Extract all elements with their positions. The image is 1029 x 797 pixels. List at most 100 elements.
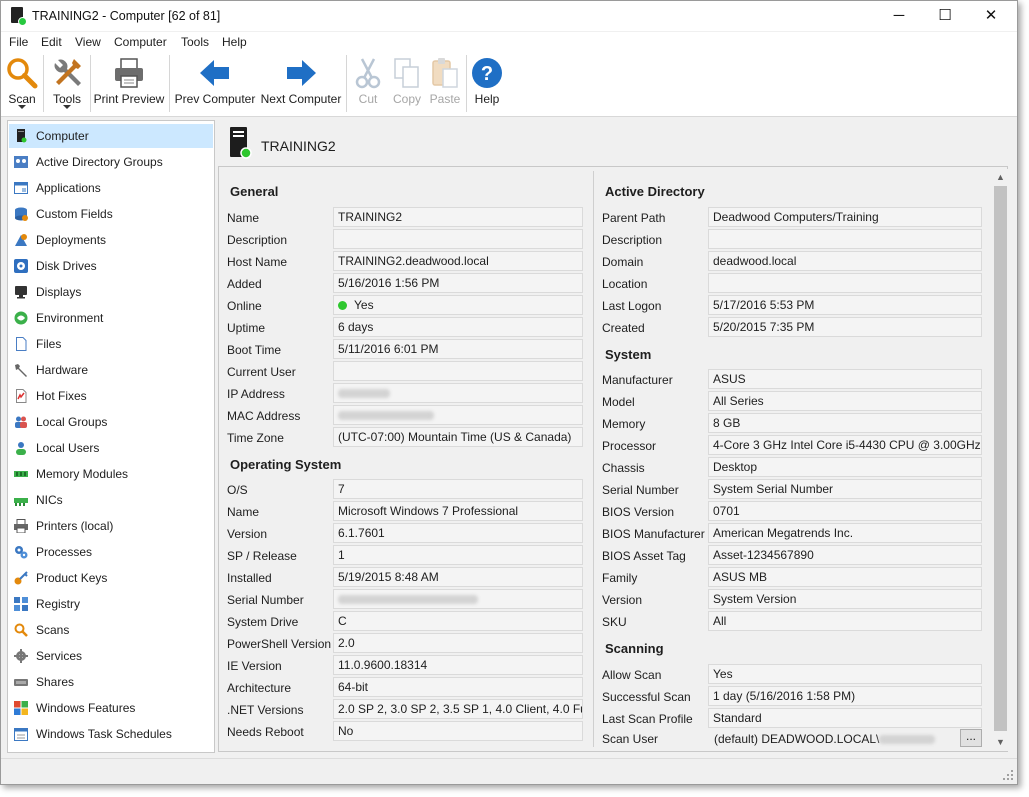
system-drive-field[interactable]: C [333, 611, 583, 631]
sp-release-field[interactable]: 1 [333, 545, 583, 565]
menu-edit[interactable]: Edit [41, 35, 62, 49]
nav-item-windows-task-schedules[interactable]: Windows Task Schedules [9, 722, 213, 746]
added-field[interactable]: 5/16/2016 1:56 PM [333, 273, 583, 293]
nav-item-hot-fixes[interactable]: Hot Fixes [9, 384, 213, 408]
scan-button[interactable]: Scan [3, 52, 41, 115]
nav-item-local-groups[interactable]: Local Groups [9, 410, 213, 434]
nav-item-hardware[interactable]: Hardware [9, 358, 213, 382]
ad-description-field[interactable] [708, 229, 982, 249]
nav-item-memory-modules[interactable]: Memory Modules [9, 462, 213, 486]
model-field[interactable]: All Series [708, 391, 982, 411]
domain-field[interactable]: deadwood.local [708, 251, 982, 271]
needs-reboot-field[interactable]: No [333, 721, 583, 741]
scroll-up-arrow-icon[interactable]: ▲ [992, 169, 1009, 186]
ie-version-field[interactable]: 11.0.9600.18314 [333, 655, 583, 675]
help-icon: ? [472, 58, 502, 88]
chassis-field[interactable]: Desktop [708, 457, 982, 477]
current-user-field[interactable] [333, 361, 583, 381]
help-button[interactable]: ? Help [470, 52, 504, 115]
allow-scan-field[interactable]: Yes [708, 664, 982, 684]
manufacturer-field[interactable]: ASUS [708, 369, 982, 389]
prev-computer-button[interactable]: Prev Computer [173, 52, 257, 115]
print-preview-button[interactable]: Print Preview [92, 52, 166, 115]
scroll-down-arrow-icon[interactable]: ▼ [992, 734, 1009, 751]
minimize-button[interactable]: ─ [876, 1, 922, 31]
nav-item-printers-local[interactable]: Printers (local) [9, 514, 213, 538]
general-description-field[interactable] [333, 229, 583, 249]
nav-item-nics[interactable]: NICs [9, 488, 213, 512]
bios-version-field[interactable]: 0701 [708, 501, 982, 521]
menu-file[interactable]: File [9, 35, 28, 49]
tools-dropdown-icon[interactable] [63, 105, 71, 109]
ip-address-field[interactable] [333, 383, 583, 403]
menu-view[interactable]: View [75, 35, 101, 49]
prev-computer-label: Prev Computer [174, 92, 256, 106]
system-version-field[interactable]: System Version [708, 589, 982, 609]
redacted-value [338, 595, 478, 605]
mac-address-field[interactable] [333, 405, 583, 425]
menu-tools[interactable]: Tools [181, 35, 209, 49]
os-field[interactable]: 7 [333, 479, 583, 499]
nav-item-displays[interactable]: Displays [9, 280, 213, 304]
uptime-field[interactable]: 6 days [333, 317, 583, 337]
general-name-field[interactable]: TRAINING2 [333, 207, 583, 227]
close-button[interactable]: ✕ [968, 1, 1014, 31]
nav-item-environment[interactable]: Environment [9, 306, 213, 330]
nav-item-registry[interactable]: Registry [9, 592, 213, 616]
nav-item-active-directory-groups[interactable]: Active Directory Groups [9, 150, 213, 174]
nav-item-product-keys[interactable]: Product Keys [9, 566, 213, 590]
nav-item-windows-features[interactable]: Windows Features [9, 696, 213, 720]
memory-field[interactable]: 8 GB [708, 413, 982, 433]
os-name-field[interactable]: Microsoft Windows 7 Professional [333, 501, 583, 521]
maximize-button[interactable]: ☐ [922, 1, 968, 31]
nav-item-shares[interactable]: Shares [9, 670, 213, 694]
cut-button[interactable]: Cut [351, 52, 385, 115]
boot-time-field[interactable]: 5/11/2016 6:01 PM [333, 339, 583, 359]
nav-item-services[interactable]: Services [9, 644, 213, 668]
parent-path-field[interactable]: Deadwood Computers/Training [708, 207, 982, 227]
scrollbar-thumb[interactable] [994, 186, 1007, 731]
resize-grip-icon[interactable] [1002, 769, 1014, 781]
successful-scan-field[interactable]: 1 day (5/16/2016 1:58 PM) [708, 686, 982, 706]
installed-field[interactable]: 5/19/2015 8:48 AM [333, 567, 583, 587]
online-field[interactable]: Yes [333, 295, 583, 315]
nav-item-local-users[interactable]: Local Users [9, 436, 213, 460]
nav-item-computer[interactable]: Computer [9, 124, 213, 148]
scan-user-browse-button[interactable]: ... [960, 729, 982, 747]
bios-manufacturer-field[interactable]: American Megatrends Inc. [708, 523, 982, 543]
nav-item-custom-fields[interactable]: Custom Fields [9, 202, 213, 226]
nav-item-disk-drives[interactable]: Disk Drives [9, 254, 213, 278]
powershell-version-field[interactable]: 2.0 [333, 633, 583, 653]
host-name-field[interactable]: TRAINING2.deadwood.local [333, 251, 583, 271]
sku-field[interactable]: All [708, 611, 982, 631]
nav-item-processes[interactable]: Processes [9, 540, 213, 564]
next-computer-button[interactable]: Next Computer [258, 52, 344, 115]
last-logon-field[interactable]: 5/17/2016 5:53 PM [708, 295, 982, 315]
net-versions-field[interactable]: 2.0 SP 2, 3.0 SP 2, 3.5 SP 1, 4.0 Client… [333, 699, 583, 719]
created-field[interactable]: 5/20/2015 7:35 PM [708, 317, 982, 337]
menu-help[interactable]: Help [222, 35, 247, 49]
os-version-field[interactable]: 6.1.7601 [333, 523, 583, 543]
tools-button[interactable]: Tools [47, 52, 87, 115]
system-serial-number-field[interactable]: System Serial Number [708, 479, 982, 499]
vertical-scrollbar[interactable]: ▲ ▼ [992, 169, 1009, 751]
ip-address-label: IP Address [227, 387, 285, 401]
nav-item-files[interactable]: Files [9, 332, 213, 356]
host-name-label: Host Name [227, 255, 288, 269]
processor-field[interactable]: 4-Core 3 GHz Intel Core i5-4430 CPU @ 3.… [708, 435, 982, 455]
family-field[interactable]: ASUS MB [708, 567, 982, 587]
bios-asset-tag-field[interactable]: Asset-1234567890 [708, 545, 982, 565]
copy-button[interactable]: Copy [389, 52, 425, 115]
menu-computer[interactable]: Computer [114, 35, 167, 49]
scan-dropdown-icon[interactable] [18, 105, 26, 109]
os-serial-number-field[interactable] [333, 589, 583, 609]
nav-item-scans[interactable]: Scans [9, 618, 213, 642]
nav-label: Hardware [36, 363, 89, 377]
paste-button[interactable]: Paste [426, 52, 464, 115]
nav-item-applications[interactable]: Applications [9, 176, 213, 200]
last-scan-profile-field[interactable]: Standard [708, 708, 982, 728]
time-zone-field[interactable]: (UTC-07:00) Mountain Time (US & Canada) [333, 427, 583, 447]
nav-item-deployments[interactable]: Deployments [9, 228, 213, 252]
architecture-field[interactable]: 64-bit [333, 677, 583, 697]
location-field[interactable] [708, 273, 982, 293]
